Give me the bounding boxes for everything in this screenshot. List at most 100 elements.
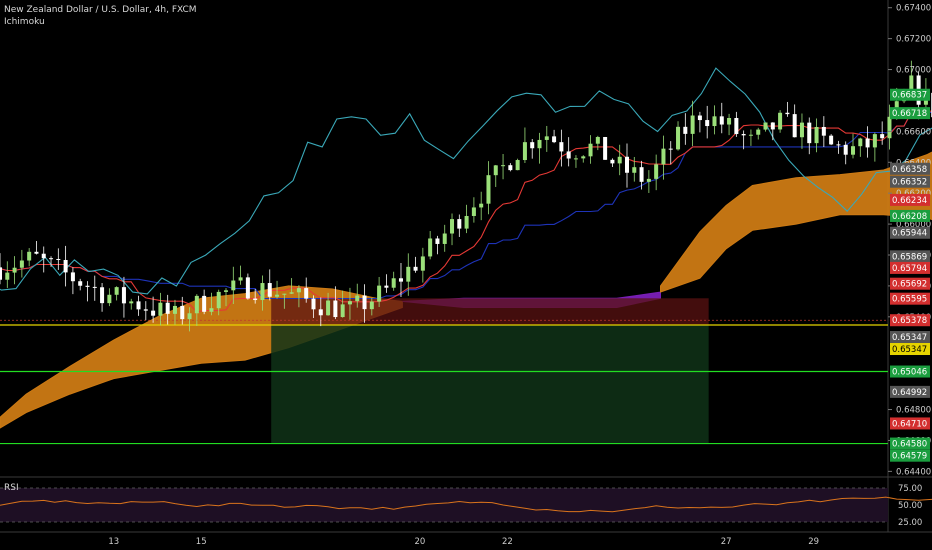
candle-body: [778, 112, 783, 130]
price-tag-label: 0.66837: [892, 91, 927, 101]
candle-body: [428, 238, 433, 257]
candle-body: [799, 122, 804, 138]
candle-body: [347, 301, 352, 305]
time-tick-label: 20: [415, 537, 426, 547]
candle-body: [275, 294, 280, 297]
rsi-tick-label: 75.00: [898, 484, 922, 494]
candle-body: [522, 142, 527, 161]
rsi-label: RSI: [4, 483, 19, 493]
candle-body: [194, 295, 199, 314]
candle-body: [552, 136, 557, 143]
price-tag-label: 0.65347: [892, 333, 927, 343]
candle-body: [464, 215, 469, 229]
price-chart[interactable]: 0.674000.672000.670000.666000.664000.662…: [0, 0, 932, 550]
candle-body: [792, 114, 797, 138]
candle-body: [289, 292, 294, 294]
price-tag-label: 0.65794: [892, 264, 927, 274]
time-tick-label: 15: [196, 537, 207, 547]
candle-body: [304, 288, 309, 299]
candle-body: [165, 302, 170, 314]
candle-body: [70, 272, 75, 282]
candle-body: [683, 126, 688, 134]
price-tag-label: 0.65378: [892, 316, 927, 326]
candle-body: [5, 272, 10, 280]
candle-body: [734, 118, 739, 135]
time-tick-label: 22: [502, 537, 513, 547]
candle-body: [180, 305, 185, 320]
candle-body: [391, 278, 396, 288]
candle-body: [515, 160, 520, 171]
candle-body: [493, 165, 498, 176]
candle-body: [566, 151, 571, 159]
candle-body: [209, 308, 214, 312]
candle-body: [712, 116, 717, 127]
candle-body: [224, 290, 229, 292]
candle-body: [486, 175, 491, 204]
candle-body: [253, 298, 258, 301]
candle-body: [311, 298, 316, 310]
candle-body: [202, 295, 207, 312]
candle-body: [807, 122, 812, 144]
candle-body: [12, 267, 17, 273]
candle-body: [654, 164, 659, 179]
candle-body: [100, 287, 105, 304]
candle-body: [49, 258, 54, 260]
candle-body: [836, 144, 841, 146]
price-tick-label: 0.64400: [896, 467, 931, 477]
price-tag-label: 0.64710: [892, 419, 927, 429]
candle-body: [34, 251, 39, 254]
candle-body: [639, 167, 644, 182]
price-tag-label: 0.66234: [892, 196, 927, 206]
candle-body: [770, 122, 775, 130]
candle-body: [41, 253, 46, 259]
candle-body: [508, 165, 513, 171]
candle-body: [333, 300, 338, 318]
candle-body: [661, 148, 666, 165]
price-tick-label: 0.64800: [896, 406, 931, 416]
candle-body: [129, 301, 134, 304]
candle-body: [763, 122, 768, 130]
candle-body: [282, 293, 287, 295]
candle-body: [231, 280, 236, 291]
candle-body: [420, 256, 425, 271]
candle-body: [617, 156, 622, 164]
candle-body: [260, 283, 265, 301]
price-tick-label: 0.67200: [896, 35, 931, 45]
candle-body: [748, 134, 753, 136]
candle-body: [27, 251, 32, 261]
candle-body: [114, 287, 119, 295]
candle-body: [369, 301, 374, 310]
candle-body: [158, 302, 163, 316]
candle-body: [143, 309, 148, 311]
price-tick-label: 0.67000: [896, 66, 931, 76]
candle-body: [865, 138, 870, 148]
candle-body: [442, 233, 447, 244]
chart-title: New Zealand Dollar / U.S. Dollar, 4h, FX…: [4, 5, 197, 15]
candle-body: [0, 267, 3, 280]
candle-body: [559, 142, 564, 152]
candle-body: [719, 116, 724, 125]
candle-body: [406, 266, 411, 282]
candle-body: [136, 301, 141, 310]
price-tag-label: 0.64580: [892, 440, 927, 450]
time-tick-label: 29: [808, 537, 819, 547]
candle-body: [880, 134, 885, 139]
candle-body: [457, 219, 462, 229]
price-tag-label: 0.65595: [892, 295, 927, 305]
rsi-tick-label: 25.00: [898, 518, 922, 528]
candle-body: [384, 285, 389, 288]
indicator-label: Ichimoku: [4, 17, 45, 27]
candle-body: [296, 288, 301, 293]
candle-body: [872, 134, 877, 148]
price-tag-label: 0.65869: [892, 252, 927, 262]
candle-body: [814, 126, 819, 144]
price-tag-label: 0.64992: [892, 388, 927, 398]
price-tag-label: 0.65692: [892, 280, 927, 290]
chart-canvas[interactable]: 0.674000.672000.670000.666000.664000.662…: [0, 0, 932, 550]
candle-body: [245, 277, 250, 299]
candle-body: [216, 291, 221, 309]
candle-body: [603, 137, 608, 160]
rsi-band: [0, 488, 888, 522]
candle-body: [610, 159, 615, 164]
price-tag-label: 0.66718: [892, 109, 927, 119]
